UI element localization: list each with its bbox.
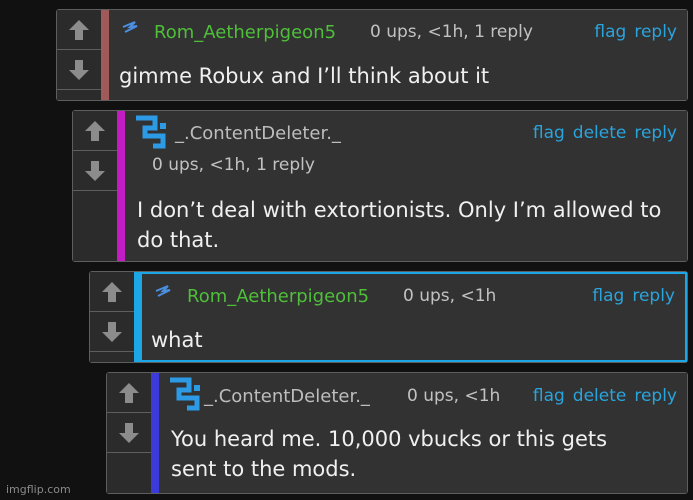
vote-column xyxy=(57,10,102,100)
username[interactable]: Rom_Aetherpigeon5 xyxy=(154,22,336,43)
pigeon-avatar-icon xyxy=(155,285,171,297)
comment-body: _.ContentDeleter._ flag delete reply 0 ups… xyxy=(125,111,687,261)
comment-actions: flag delete reply xyxy=(525,123,677,143)
comment-actions: flag reply xyxy=(584,286,675,306)
arrow-up-icon xyxy=(119,382,139,403)
vote-column xyxy=(73,111,118,261)
comment: _.ContentDeleter._ 0 ups, <1h flag delete… xyxy=(106,372,688,494)
arrow-down-icon xyxy=(119,422,139,443)
flag-link[interactable]: flag xyxy=(533,386,565,406)
deleter-avatar-icon xyxy=(170,377,200,411)
flag-link[interactable]: flag xyxy=(594,22,626,42)
thread-accent xyxy=(151,373,159,493)
pigeon-avatar-icon xyxy=(122,21,138,33)
delete-link[interactable]: delete xyxy=(573,386,627,406)
comment-text: what xyxy=(151,328,203,352)
downvote-button[interactable] xyxy=(90,312,134,352)
arrow-up-icon xyxy=(102,281,122,302)
downvote-button[interactable] xyxy=(57,50,101,90)
comment-meta: 0 ups, <1h xyxy=(403,286,497,306)
downvote-button[interactable] xyxy=(73,151,117,191)
username[interactable]: Rom_Aetherpigeon5 xyxy=(187,286,369,307)
comment: Rom_Aetherpigeon5 0 ups, <1h flag reply w… xyxy=(89,271,688,363)
comment-text-line-2: sent to the mods. xyxy=(171,457,357,481)
reply-link[interactable]: reply xyxy=(634,386,677,406)
thread-accent xyxy=(134,272,142,362)
upvote-button[interactable] xyxy=(107,373,151,413)
comment-meta: 0 ups, <1h, 1 reply xyxy=(152,155,315,175)
comment-meta: 0 ups, <1h xyxy=(407,386,501,406)
upvote-button[interactable] xyxy=(57,10,101,50)
reply-link[interactable]: reply xyxy=(634,123,677,143)
arrow-up-icon xyxy=(69,19,89,40)
deleter-avatar-icon xyxy=(136,115,166,149)
comment-body: _.ContentDeleter._ 0 ups, <1h flag delete… xyxy=(159,373,687,493)
comment-text-line-2: do that. xyxy=(137,228,220,252)
username[interactable]: _.ContentDeleter._ xyxy=(175,123,341,144)
delete-link[interactable]: delete xyxy=(573,123,627,143)
comment-text-line-1: I don’t deal with extortionists. Only I’… xyxy=(137,198,662,222)
comment-actions: flag reply xyxy=(586,22,677,42)
thread-accent xyxy=(117,111,125,261)
upvote-button[interactable] xyxy=(90,272,134,312)
arrow-down-icon xyxy=(102,321,122,342)
watermark: imgflip.com xyxy=(6,483,71,496)
comment-body: Rom_Aetherpigeon5 0 ups, <1h, 1 reply fl… xyxy=(109,10,687,100)
reply-link[interactable]: reply xyxy=(632,286,675,306)
comment-actions: flag delete reply xyxy=(525,386,677,406)
downvote-button[interactable] xyxy=(107,413,151,453)
comment: Rom_Aetherpigeon5 0 ups, <1h, 1 reply fl… xyxy=(56,9,688,101)
flag-link[interactable]: flag xyxy=(533,123,565,143)
reply-link[interactable]: reply xyxy=(634,22,677,42)
arrow-up-icon xyxy=(85,120,105,141)
comment-text-line-1: You heard me. 10,000 vbucks or this gets xyxy=(171,427,608,451)
comment-text: gimme Robux and I’ll think about it xyxy=(119,64,490,88)
upvote-button[interactable] xyxy=(73,111,117,151)
arrow-down-icon xyxy=(85,160,105,181)
thread-accent xyxy=(101,10,109,100)
flag-link[interactable]: flag xyxy=(592,286,624,306)
comment: _.ContentDeleter._ flag delete reply 0 ups… xyxy=(72,110,688,262)
vote-column xyxy=(107,373,152,493)
vote-column xyxy=(90,272,135,362)
username[interactable]: _.ContentDeleter._ xyxy=(204,386,370,407)
comment-body: Rom_Aetherpigeon5 0 ups, <1h flag reply w… xyxy=(142,272,687,362)
arrow-down-icon xyxy=(69,59,89,80)
comment-meta: 0 ups, <1h, 1 reply xyxy=(370,22,533,42)
